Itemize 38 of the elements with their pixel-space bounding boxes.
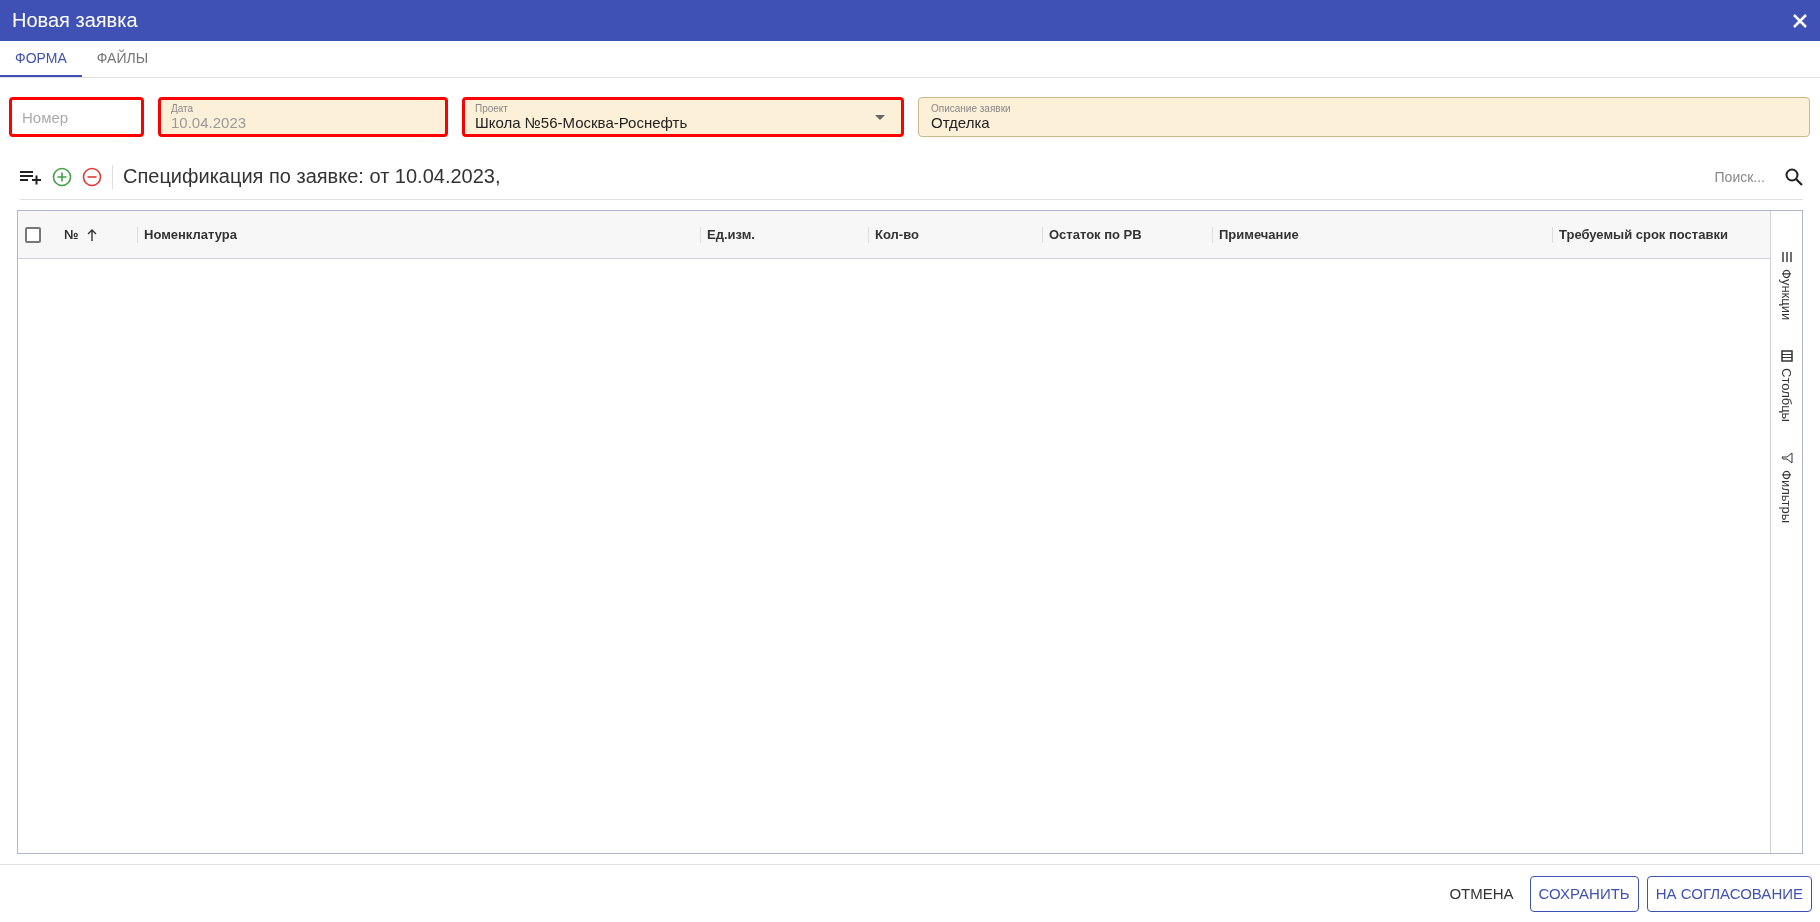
plus-circle-icon (52, 166, 72, 187)
search-field[interactable]: Поиск... (1714, 168, 1765, 185)
field-value: 10.04.2023 (171, 114, 248, 131)
tab[interactable]: ФАЙЛЫ (81, 41, 164, 77)
side-panel-tab[interactable]: Столбцы (1779, 350, 1794, 423)
side-panel-tab[interactable]: Фильтры (1779, 452, 1794, 524)
specification-title: Спецификация по заявке: от 10.04.2023, (123, 165, 502, 188)
column-header[interactable]: Ед.изм. (700, 226, 868, 243)
search-button[interactable] (1785, 167, 1803, 186)
column-header[interactable]: Кол-во (868, 226, 1042, 243)
input-field[interactable]: Описание заявки Отделка (918, 97, 1810, 137)
tab[interactable]: ФОРМА (0, 41, 82, 77)
window-title: Новая заявка (12, 9, 138, 32)
side-panel-tab[interactable]: Функции (1779, 251, 1794, 321)
column-header[interactable]: Примечание (1212, 226, 1552, 243)
select-all-checkbox[interactable] (25, 226, 41, 243)
add-button[interactable] (52, 166, 72, 187)
close-icon (1792, 12, 1808, 29)
add-rows-button[interactable] (20, 168, 42, 185)
search-icon (1785, 167, 1803, 186)
close-button[interactable] (1792, 12, 1808, 29)
filter-icon (1780, 452, 1793, 465)
menu-icon (1780, 251, 1793, 263)
dropdown-caret-icon (875, 114, 885, 120)
select-field[interactable]: Проект Школа №56-Москва-Роснефть (462, 97, 904, 137)
column-header[interactable]: № (58, 226, 137, 243)
remove-button[interactable] (82, 166, 102, 187)
action-button[interactable]: НА СОГЛАСОВАНИЕ (1646, 875, 1812, 912)
column-header[interactable]: Остаток по РВ (1042, 226, 1212, 243)
sort-arrow-icon (86, 228, 97, 241)
field-value: Школа №56-Москва-Роснефть (475, 114, 689, 131)
column-header[interactable]: Требуемый срок поставки (1552, 226, 1770, 243)
minus-circle-icon (82, 166, 102, 187)
list-add-icon (20, 168, 42, 185)
table-icon (1780, 350, 1793, 363)
action-button[interactable]: СОХРАНИТЬ (1529, 875, 1639, 912)
field-value: Отделка (931, 114, 991, 131)
column-header[interactable]: Номенклатура (137, 226, 700, 243)
